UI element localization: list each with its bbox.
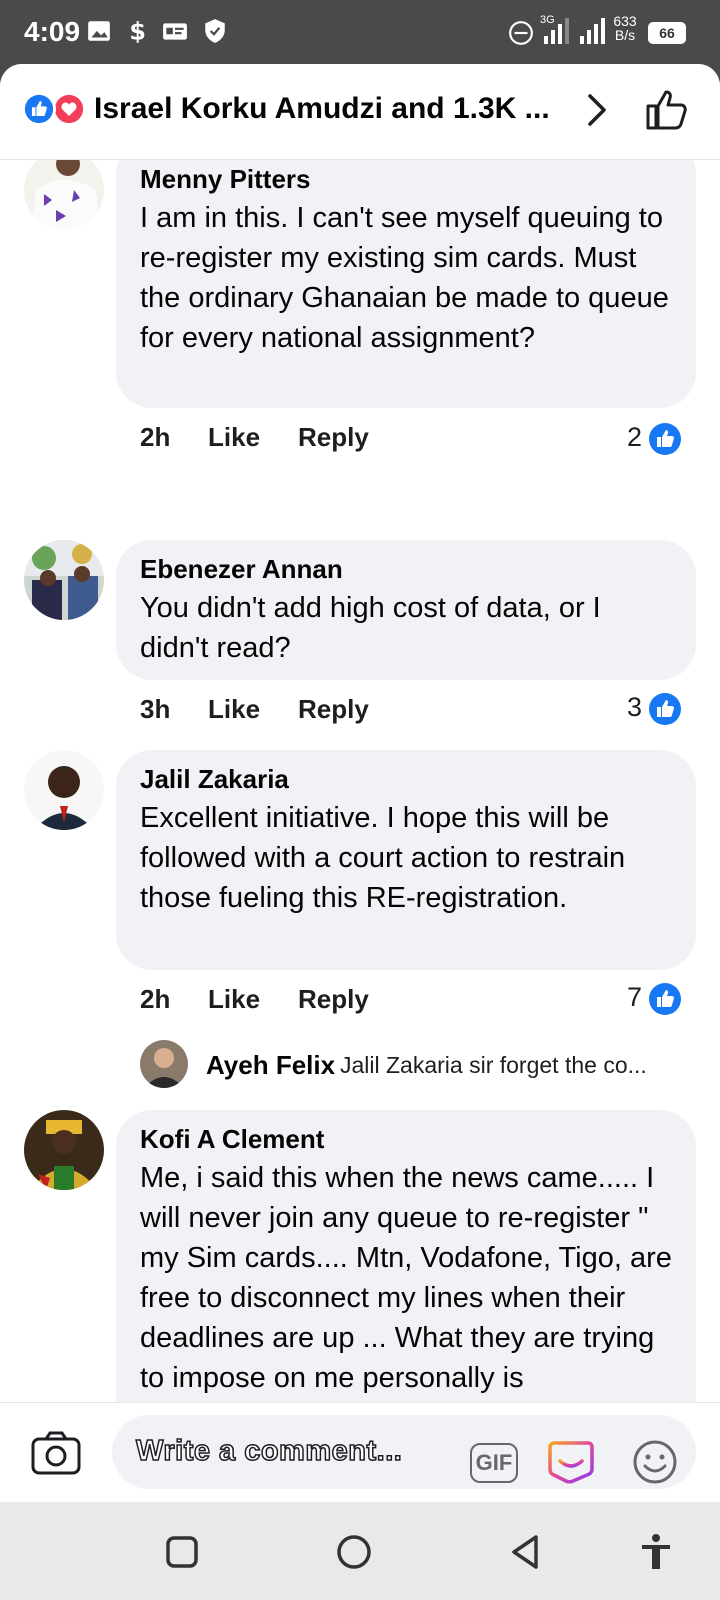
money-icon: $	[129, 18, 146, 44]
love-reaction-icon	[52, 92, 86, 126]
system-navbar	[0, 1502, 720, 1600]
like-reaction-icon	[22, 92, 56, 126]
network-type: 3G	[540, 14, 555, 26]
avatar-image	[24, 160, 104, 230]
comment-text: Excellent initiative. I hope this will b…	[140, 802, 626, 914]
comment-actions: 3h Like Reply	[140, 694, 400, 730]
reactions-header[interactable]: Israel Korku Amudzi and 1.3K ...	[0, 64, 720, 160]
comment-like-count[interactable]: 7	[602, 982, 682, 1018]
comment-bubble[interactable]: Ebenezer Annan You didn't add high cost …	[116, 540, 696, 680]
do-not-disturb-icon	[509, 21, 533, 45]
like-reaction-icon	[649, 423, 681, 455]
thumbs-up-outline-icon[interactable]	[642, 84, 692, 134]
status-time: 4:09	[24, 16, 81, 47]
signal-icon	[580, 18, 605, 44]
avatar-image	[24, 750, 104, 830]
reply-button[interactable]: Reply	[298, 984, 369, 1015]
like-reaction-icon	[649, 983, 681, 1015]
comment-author[interactable]: Jalil Zakaria	[140, 750, 672, 794]
comment-input-placeholder: Write a comment...	[135, 1434, 403, 1468]
back-triangle-icon[interactable]	[506, 1532, 546, 1572]
gallery-icon	[88, 21, 110, 41]
emoji-icon[interactable]	[632, 1439, 678, 1485]
avatar[interactable]	[24, 750, 104, 830]
avatar[interactable]	[24, 160, 104, 230]
reply-avatar[interactable]	[140, 1040, 188, 1088]
net-speed-unit: B/s	[614, 27, 636, 43]
comment-bubble[interactable]: Kofi A Clement Me, i said this when the …	[116, 1110, 696, 1402]
comment-text: You didn't add high cost of data, or I d…	[140, 592, 601, 664]
net-speed-value: 633	[613, 13, 637, 29]
comment-composer: Write a comment... GIF	[0, 1402, 720, 1502]
comment-author[interactable]: Kofi A Clement	[140, 1110, 672, 1154]
comment-author[interactable]: Ebenezer Annan	[140, 540, 672, 584]
like-button[interactable]: Like	[208, 694, 260, 725]
reply-button[interactable]: Reply	[298, 694, 369, 725]
home-circle-icon[interactable]	[334, 1532, 374, 1572]
avatar-image	[140, 1040, 188, 1088]
recents-square-icon[interactable]	[162, 1532, 202, 1572]
avatar-image	[24, 540, 104, 620]
id-card-icon	[163, 23, 187, 40]
comment-actions: 2h Like Reply	[140, 984, 400, 1020]
like-count: 7	[626, 982, 642, 1012]
like-count: 2	[626, 422, 642, 452]
reactions-title[interactable]: Israel Korku Amudzi and 1.3K ...	[94, 92, 554, 126]
comment-bubble[interactable]: Menny Pitters I am in this. I can't see …	[116, 160, 696, 408]
comment-like-count[interactable]: 2	[602, 422, 682, 458]
reply-author[interactable]: Ayeh Felix	[206, 1050, 335, 1081]
gif-icon[interactable]: GIF	[470, 1443, 518, 1483]
shield-icon	[205, 19, 225, 43]
avatar[interactable]	[24, 540, 104, 620]
camera-icon[interactable]	[30, 1427, 82, 1479]
comment-time: 2h	[140, 984, 171, 1014]
avatar-sticker-icon[interactable]	[546, 1437, 596, 1487]
svg-text:$: $	[129, 18, 146, 44]
comments-sheet: Israel Korku Amudzi and 1.3K ... Menny P…	[0, 64, 720, 1502]
comment-author[interactable]: Menny Pitters	[140, 160, 672, 194]
reactions-summary[interactable]	[22, 92, 88, 126]
like-button[interactable]: Like	[208, 984, 260, 1015]
avatar-image	[24, 1110, 104, 1190]
net-speed: 633 B/s	[608, 14, 642, 42]
comment-text: Me, i said this when the news came..... …	[140, 1162, 672, 1394]
avatar[interactable]	[24, 1110, 104, 1190]
like-button[interactable]: Like	[208, 422, 260, 453]
battery-icon: 66	[648, 22, 686, 44]
comment-input[interactable]: Write a comment...	[112, 1415, 696, 1489]
reply-text: Jalil Zakaria sir forget the co...	[340, 1052, 647, 1078]
like-reaction-icon	[649, 693, 681, 725]
like-count: 3	[626, 692, 642, 722]
comments-feed[interactable]: Menny Pitters I am in this. I can't see …	[0, 160, 720, 1402]
accessibility-icon[interactable]	[636, 1532, 676, 1572]
reply-button[interactable]: Reply	[298, 422, 369, 453]
comment-time: 2h	[140, 422, 171, 452]
comment-like-count[interactable]: 3	[602, 692, 682, 728]
chevron-right-icon[interactable]	[578, 90, 618, 130]
comment-time: 3h	[140, 694, 171, 724]
comment-actions: 2h Like Reply	[140, 422, 400, 458]
reply-preview[interactable]: Ayeh Felix Jalil Zakaria sir forget the …	[140, 1040, 700, 1092]
comment-bubble[interactable]: Jalil Zakaria Excellent initiative. I ho…	[116, 750, 696, 970]
comment-text: I am in this. I can't see myself queuing…	[140, 202, 669, 354]
status-bar: 4:09 $ 3G 633 B/s 66	[0, 0, 720, 64]
